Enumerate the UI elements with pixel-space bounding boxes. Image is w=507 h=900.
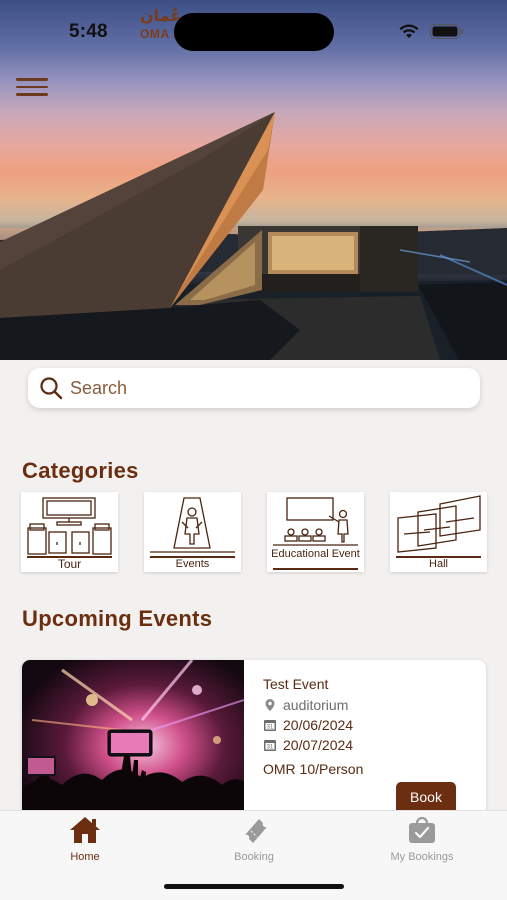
status-time: 5:48 <box>69 21 108 42</box>
book-button[interactable]: Book <box>396 782 456 812</box>
home-icon <box>70 817 100 843</box>
category-events[interactable]: Events <box>144 492 241 572</box>
search-icon <box>40 377 63 400</box>
ticket-icon <box>245 819 267 843</box>
event-end-date-row: 31 20/07/2024 <box>263 737 353 753</box>
categories-list: Tour Events Educational Event Hall <box>21 492 491 574</box>
search-input[interactable] <box>70 377 450 399</box>
tab-label: Booking <box>234 851 274 863</box>
event-end-date: 20/07/2024 <box>283 737 354 753</box>
tab-my-bookings[interactable]: My Bookings <box>362 815 482 875</box>
bag-check-icon <box>409 816 435 843</box>
svg-text:31: 31 <box>267 725 274 731</box>
wifi-icon <box>399 24 419 38</box>
category-educational-event[interactable]: Educational Event <box>267 492 364 572</box>
educational-event-icon <box>273 497 358 546</box>
category-label: Tour <box>57 557 82 571</box>
menu-line <box>16 93 48 96</box>
search-bar[interactable] <box>28 368 480 408</box>
tab-label: Home <box>70 851 100 863</box>
menu-line <box>16 78 48 81</box>
event-location: auditorium <box>283 697 349 713</box>
home-indicator <box>164 884 344 889</box>
tab-label: My Bookings <box>390 851 454 863</box>
upcoming-events-heading: Upcoming Events <box>22 606 213 631</box>
svg-text:31: 31 <box>267 745 274 751</box>
menu-line <box>16 85 48 88</box>
event-price: OMR 10/Person <box>263 761 364 777</box>
status-bar: متحف عُمان OMA EUM... 5:48 <box>0 0 507 62</box>
location-pin-icon <box>265 699 275 711</box>
tab-home[interactable]: Home <box>25 815 145 875</box>
category-label: Hall <box>429 558 448 570</box>
event-start-date-row: 31 20/06/2024 <box>263 717 353 733</box>
tab-booking[interactable]: Booking <box>194 815 314 875</box>
dynamic-island <box>174 13 334 51</box>
menu-button[interactable] <box>16 78 48 98</box>
category-hall[interactable]: Hall <box>390 492 487 572</box>
category-underline <box>273 568 358 570</box>
category-tour[interactable]: Tour <box>21 492 118 572</box>
category-label: Educational Event <box>271 548 360 560</box>
event-card[interactable]: Test Event auditorium 31 20/06/2024 31 2… <box>22 660 486 830</box>
event-title: Test Event <box>263 676 329 692</box>
event-start-date: 20/06/2024 <box>283 717 354 733</box>
event-location-row: auditorium <box>263 697 348 713</box>
calendar-icon: 31 <box>264 740 276 751</box>
categories-heading: Categories <box>22 458 139 483</box>
calendar-icon: 31 <box>264 720 276 731</box>
category-label: Events <box>175 558 210 570</box>
battery-icon <box>430 24 463 39</box>
event-photo <box>22 660 244 830</box>
